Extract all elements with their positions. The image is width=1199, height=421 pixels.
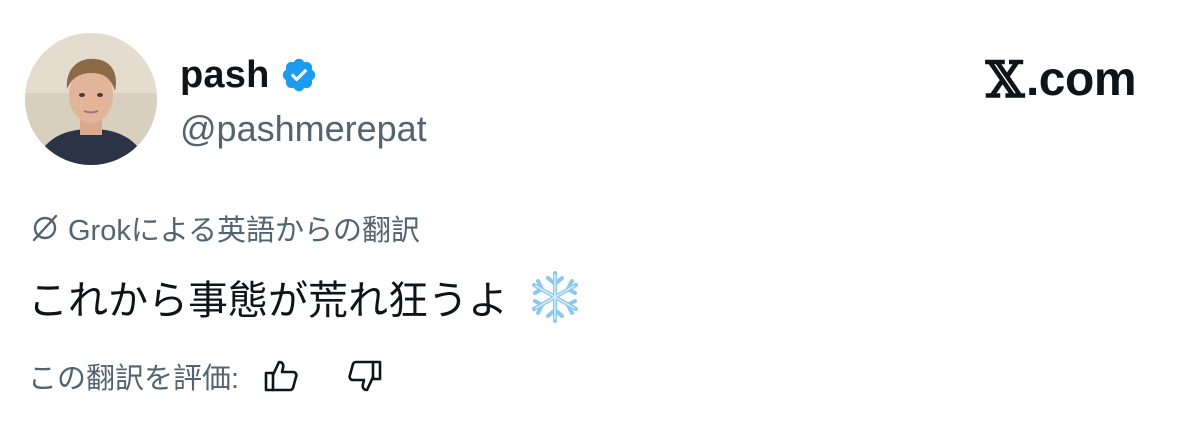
brand-domain: .com — [1025, 53, 1137, 106]
thumbs-down-icon[interactable] — [345, 356, 385, 396]
rate-translation-row: この翻訳を評価: — [28, 355, 385, 397]
tweet-text: これから事態が荒れ狂うよ — [28, 268, 584, 326]
thumbs-up-icon[interactable] — [261, 356, 301, 396]
brand-logo: 𝕏 .com — [985, 50, 1137, 109]
grok-icon — [28, 211, 62, 245]
x-logo-icon: 𝕏 — [985, 50, 1025, 109]
tweet-card: pash @pashmerepat 𝕏 .com Grokによる英語からの翻訳 … — [0, 0, 1199, 421]
avatar-image — [25, 33, 157, 165]
rate-translation-label: この翻訳を評価: — [28, 363, 240, 395]
translation-label: Grokによる英語からの翻訳 — [68, 215, 420, 247]
tweet-body: これから事態が荒れ狂うよ — [28, 279, 508, 323]
author-display-name[interactable]: pash — [180, 54, 270, 97]
author-handle[interactable]: @pashmerepat — [180, 108, 427, 150]
author-name-row: pash — [180, 52, 318, 98]
avatar[interactable] — [25, 33, 157, 165]
translation-attribution: Grokによる英語からの翻訳 — [28, 207, 420, 249]
verified-badge-icon — [280, 56, 318, 94]
snowflake-icon — [526, 268, 584, 326]
